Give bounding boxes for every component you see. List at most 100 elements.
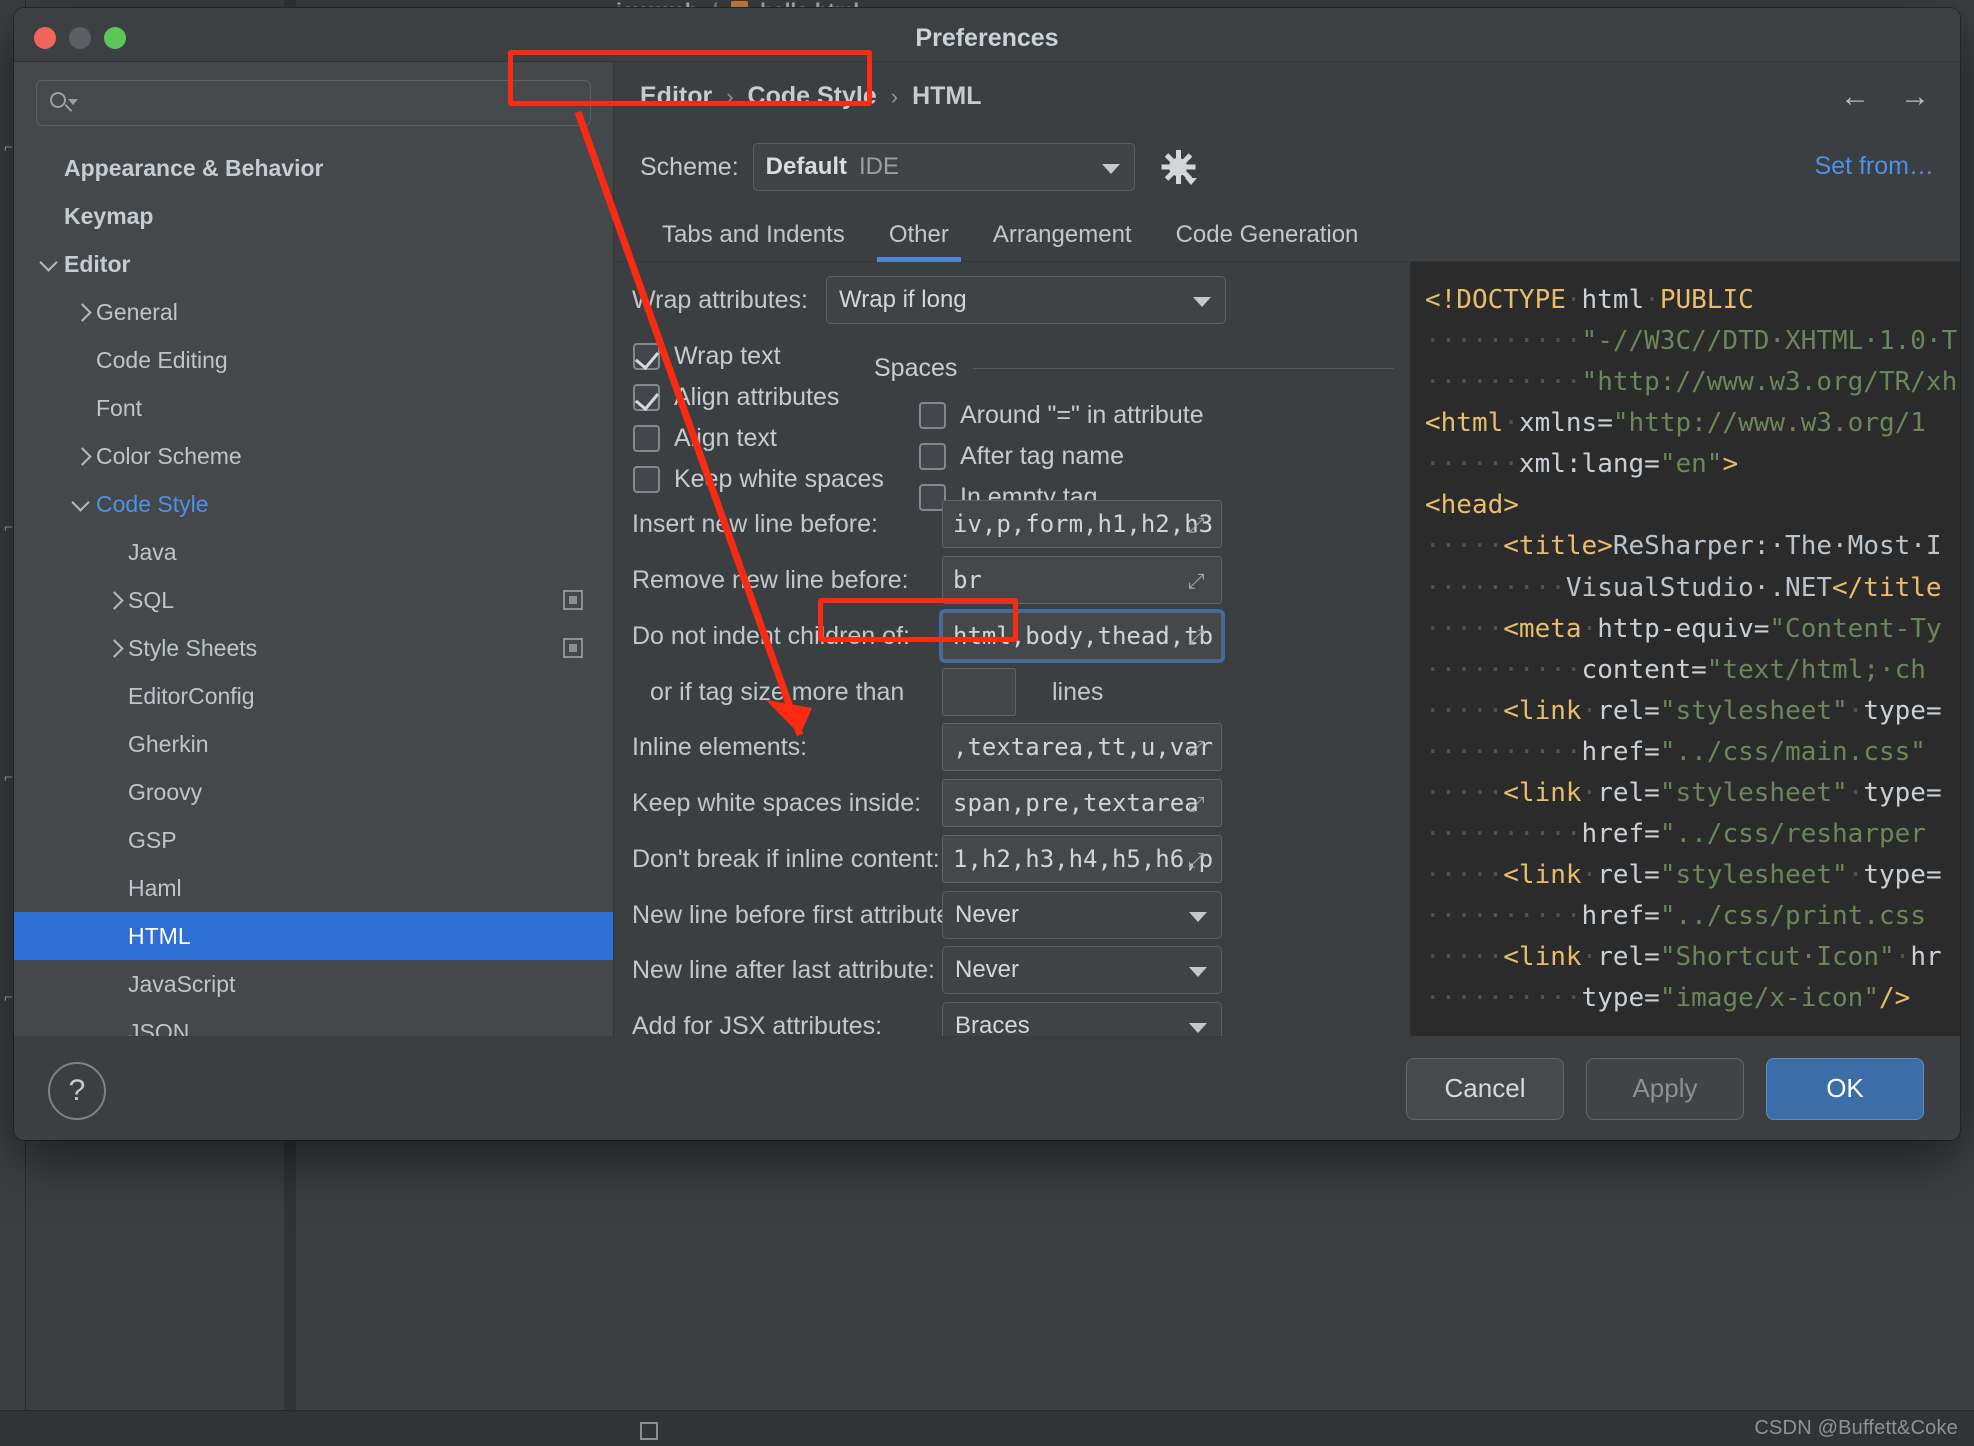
preferences-dialog: Preferences Appearance & Behavior Keymap E… xyxy=(14,8,1960,1140)
settings-tabs[interactable]: Tabs and Indents Other Arrangement Code Gen… xyxy=(614,204,1960,262)
sidebar-item-color-scheme[interactable]: Color Scheme xyxy=(14,432,613,480)
checkbox-box[interactable] xyxy=(919,443,946,470)
wrap-attributes-row: Wrap attributes: Wrap if long xyxy=(632,276,1410,324)
sidebar-item-gsp[interactable]: GSP xyxy=(14,816,613,864)
sidebar-item-editorconfig[interactable]: EditorConfig xyxy=(14,672,613,720)
checkbox-box[interactable] xyxy=(633,343,660,370)
sidebar-item-html[interactable]: HTML xyxy=(14,912,613,960)
checkbox-box[interactable] xyxy=(633,466,660,493)
select-new-line-after-last-attribute[interactable]: Never xyxy=(942,946,1222,994)
sidebar-item-code-style[interactable]: Code Style xyxy=(14,480,613,528)
code-token: type= xyxy=(1863,777,1942,808)
forward-arrow-icon[interactable]: → xyxy=(1900,82,1930,112)
code-token: "http://www.w3.org/1 xyxy=(1612,408,1926,439)
sidebar-item-label: GSP xyxy=(128,826,177,853)
unit-label: lines xyxy=(1052,677,1104,706)
checkbox-box[interactable] xyxy=(919,402,946,429)
code-token: "Content-Ty xyxy=(1769,613,1942,644)
code-line: ··········"-//W3C//DTD·XHTML·1.0·T xyxy=(1419,321,1960,362)
code-line: ··········content="text/html;·ch xyxy=(1419,650,1960,691)
code-token: ······ xyxy=(1425,449,1519,480)
chevron-right-icon[interactable] xyxy=(68,443,94,469)
set-from-link[interactable]: Set from… xyxy=(1815,152,1934,181)
select-new-line-before-first-attribute[interactable]: Never xyxy=(942,891,1222,939)
expand-icon[interactable]: ⤢ xyxy=(1188,625,1212,649)
code-line: <html·xmlns="http://www.w3.org/1 xyxy=(1419,403,1960,444)
input-inline-elements[interactable]: ,textarea,tt,u,var ⤢ xyxy=(942,723,1222,771)
search-box[interactable] xyxy=(36,80,591,126)
code-token: ·········· xyxy=(1425,819,1582,850)
apply-button[interactable]: Apply xyxy=(1586,1057,1744,1120)
sidebar-item-editor[interactable]: Editor xyxy=(14,240,613,288)
sidebar-item-groovy[interactable]: Groovy xyxy=(14,768,613,816)
chevron-right-icon[interactable] xyxy=(68,299,94,325)
checkbox-label: After tag name xyxy=(960,442,1124,470)
sidebar-item-javascript[interactable]: JavaScript xyxy=(14,960,613,1008)
wrap-attributes-select[interactable]: Wrap if long xyxy=(826,276,1227,324)
code-token: · xyxy=(1581,860,1598,891)
checkbox-around-in-attribute[interactable]: Around "=" in attribute xyxy=(919,401,1410,430)
chevron-right-icon[interactable] xyxy=(100,635,126,661)
code-preview-panel: <!DOCTYPE·html·PUBLIC ··········"-//W3C//… xyxy=(1410,262,1960,1036)
code-line: ·····<link·rel="stylesheet"·type= xyxy=(1419,773,1960,814)
expand-icon[interactable]: ⤢ xyxy=(1188,736,1212,760)
settings-tree[interactable]: Appearance & Behavior Keymap Editor General… xyxy=(14,136,613,1036)
code-token: rel= xyxy=(1597,860,1660,891)
expand-icon[interactable]: ⤢ xyxy=(1188,569,1212,593)
help-button[interactable]: ? xyxy=(48,1062,106,1120)
input-insert-new-line-before[interactable]: iv,p,form,h1,h2,h3 ⤢ xyxy=(942,500,1222,548)
sidebar-item-json[interactable]: JSON xyxy=(14,1008,613,1037)
input-don-t-break-if-inline-content[interactable]: 1,h2,h3,h4,h5,h6,p ⤢ xyxy=(942,835,1222,883)
code-token: ····· xyxy=(1425,860,1504,891)
tab-arrangement[interactable]: Arrangement xyxy=(971,221,1154,261)
checkbox-after-tag-name[interactable]: After tag name xyxy=(919,442,1410,471)
tab-other[interactable]: Other xyxy=(867,221,971,262)
chevron-down-icon[interactable] xyxy=(36,251,62,277)
checkbox-label: Keep white spaces xyxy=(674,465,884,493)
search-input[interactable] xyxy=(81,91,578,115)
sidebar-item-font[interactable]: Font xyxy=(14,384,613,432)
chevron-down-icon[interactable] xyxy=(68,491,94,517)
label-new-line-after-last-attribute: New line after last attribute: xyxy=(632,955,935,984)
checkbox-label: Around "=" in attribute xyxy=(960,401,1204,429)
checkbox-box[interactable] xyxy=(633,384,660,411)
sidebar-item-code-editing[interactable]: Code Editing xyxy=(14,336,613,384)
code-token: <link xyxy=(1503,777,1582,808)
sidebar-item-style-sheets[interactable]: Style Sheets xyxy=(14,624,613,672)
code-token: "http://www.w3.org/TR/xh xyxy=(1581,367,1958,398)
input-remove-new-line-before[interactable]: br ⤢ xyxy=(942,556,1222,604)
expand-icon[interactable]: ⤢ xyxy=(1188,513,1212,537)
sidebar-item-java[interactable]: Java xyxy=(14,528,613,576)
scheme-select[interactable]: Default IDE xyxy=(752,143,1135,191)
breadcrumb-item[interactable]: Editor xyxy=(640,82,712,111)
back-arrow-icon[interactable]: ← xyxy=(1840,82,1870,112)
input-do-not-indent-children-of[interactable]: html,body,thead,tb ⤢ xyxy=(942,612,1222,660)
select-add-for-jsx-attributes[interactable]: Braces xyxy=(942,1002,1222,1036)
code-line: <head> xyxy=(1419,485,1960,526)
sidebar-item-sql[interactable]: SQL xyxy=(14,576,613,624)
tab-tabs-and-indents[interactable]: Tabs and Indents xyxy=(640,221,867,261)
gear-icon[interactable] xyxy=(1161,150,1197,185)
sidebar-item-general[interactable]: General xyxy=(14,288,613,336)
ok-button[interactable]: OK xyxy=(1766,1057,1924,1120)
sidebar-item-gherkin[interactable]: Gherkin xyxy=(14,720,613,768)
sidebar-item-appearance-behavior[interactable]: Appearance & Behavior xyxy=(14,144,613,192)
sidebar-item-haml[interactable]: Haml xyxy=(14,864,613,912)
chevron-right-icon[interactable] xyxy=(100,587,126,613)
expand-icon[interactable]: ⤢ xyxy=(1188,792,1212,816)
cancel-button[interactable]: Cancel xyxy=(1406,1057,1564,1120)
breadcrumb-separator: › xyxy=(890,83,899,109)
breadcrumb-item[interactable]: Code Style xyxy=(748,82,877,111)
sidebar-item-keymap[interactable]: Keymap xyxy=(14,192,613,240)
tab-code-generation[interactable]: Code Generation xyxy=(1154,221,1381,261)
code-token: type= xyxy=(1863,860,1942,891)
checkbox-box[interactable] xyxy=(633,425,660,452)
breadcrumb-item[interactable]: HTML xyxy=(912,82,981,111)
input-tag-size-lines[interactable] xyxy=(942,668,1016,716)
status-bar-icon xyxy=(640,1422,658,1440)
input-keep-white-spaces-inside[interactable]: span,pre,textarea ⤢ xyxy=(942,779,1222,827)
expand-icon[interactable]: ⤢ xyxy=(1188,848,1212,872)
